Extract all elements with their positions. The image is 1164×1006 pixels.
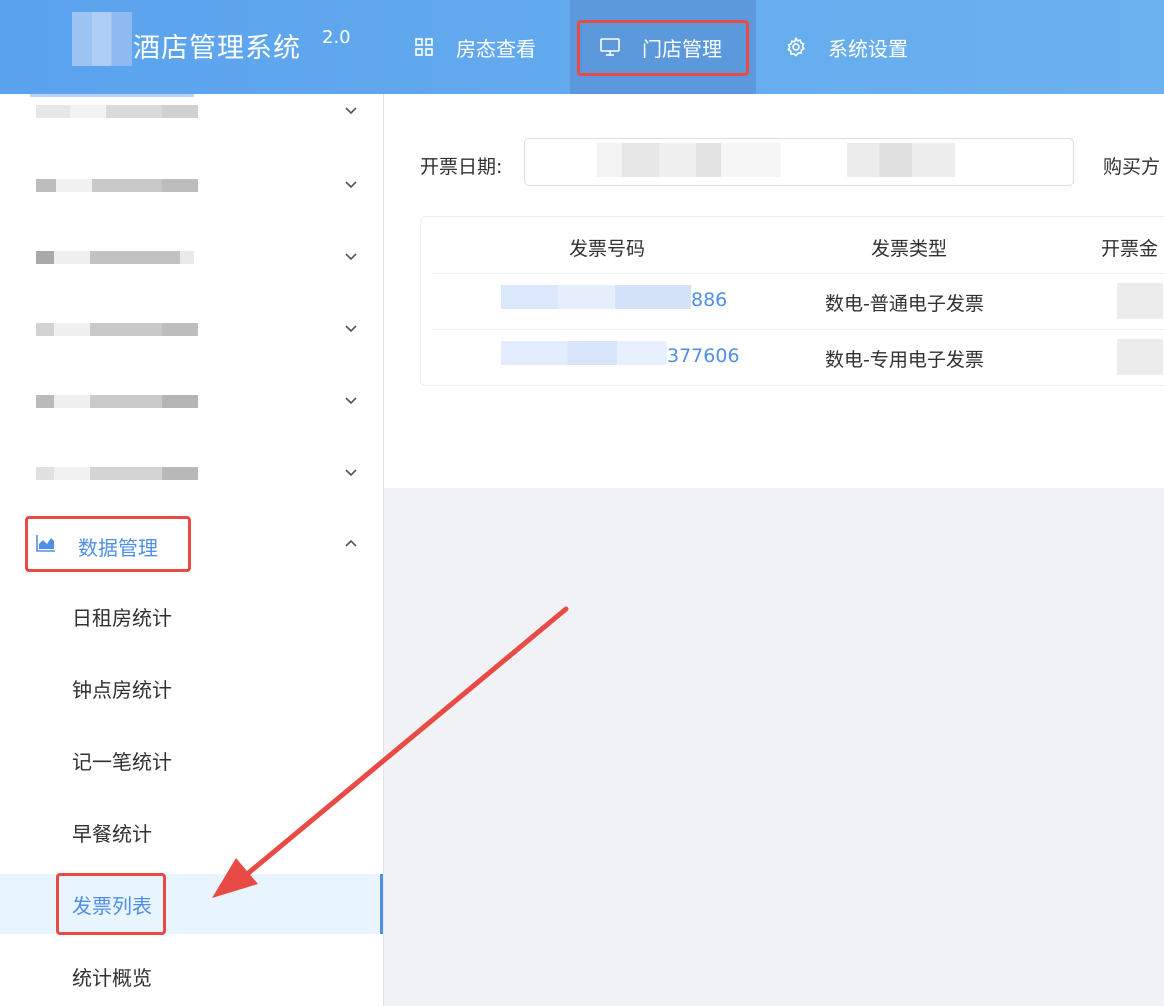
redacted-invoice-no bbox=[501, 285, 691, 309]
chart-area-icon bbox=[36, 535, 55, 552]
sidebar-item-hourly-room-stats[interactable]: 钟点房统计 bbox=[0, 658, 383, 718]
sidebar-item-label: 钟点房统计 bbox=[72, 677, 172, 702]
chevron-down-icon bbox=[345, 107, 357, 115]
nav-store-management-label: 门店管理 bbox=[642, 36, 722, 61]
redacted-date-end bbox=[847, 143, 955, 177]
gear-icon bbox=[786, 37, 806, 57]
sidebar-group[interactable] bbox=[0, 292, 383, 364]
redacted-label bbox=[36, 169, 198, 195]
divider bbox=[433, 273, 1164, 274]
sidebar-group[interactable] bbox=[0, 148, 383, 220]
chevron-down-icon bbox=[345, 469, 357, 477]
invoice-date-range-input[interactable] bbox=[524, 138, 1074, 186]
redacted-label bbox=[36, 313, 198, 339]
grid-icon bbox=[414, 37, 434, 57]
top-bar: 酒店管理系统 2.0 房态查看 门店管理 系统设置 bbox=[0, 0, 1164, 94]
sidebar-item-label: 记一笔统计 bbox=[72, 749, 172, 774]
buyer-label: 购买方 bbox=[1103, 156, 1161, 178]
sidebar-section-data-management[interactable]: 数据管理 bbox=[0, 508, 383, 580]
invoice-type-cell: 数电-专用电子发票 bbox=[825, 349, 984, 371]
invoice-table: 发票号码 发票类型 开票金 886 数电-普通电子发票 377606 数电-专用… bbox=[420, 216, 1164, 386]
nav-room-status[interactable]: 房态查看 bbox=[392, 0, 558, 94]
sidebar-group[interactable] bbox=[0, 364, 383, 436]
redacted-label bbox=[36, 385, 198, 411]
nav-system-settings-label: 系统设置 bbox=[828, 36, 908, 61]
app-version: 2.0 bbox=[322, 27, 351, 48]
nav-room-status-label: 房态查看 bbox=[456, 36, 536, 61]
sidebar-item-label: 发票列表 bbox=[72, 893, 152, 918]
chevron-down-icon bbox=[345, 253, 357, 261]
chevron-down-icon bbox=[345, 397, 357, 405]
sidebar-section-label: 数据管理 bbox=[78, 536, 158, 560]
redacted-date-sep bbox=[721, 143, 781, 177]
redacted-label bbox=[36, 457, 198, 483]
chevron-down-icon bbox=[345, 325, 357, 333]
sidebar-item-stats-overview[interactable]: 统计概览 bbox=[0, 946, 383, 1006]
nav-system-settings[interactable]: 系统设置 bbox=[766, 0, 936, 94]
invoice-no-link[interactable]: 886 bbox=[691, 289, 727, 311]
sidebar-item-label: 统计概览 bbox=[72, 965, 152, 990]
nav-store-management[interactable]: 门店管理 bbox=[570, 0, 756, 94]
divider bbox=[433, 329, 1164, 330]
redacted-invoice-no bbox=[501, 341, 667, 365]
sidebar-item-invoice-list[interactable]: 发票列表 bbox=[0, 874, 383, 934]
main-panel: 开票日期: 购买方 发票号码 发票类型 开票金 886 数电-普通电子发票 37… bbox=[384, 94, 1164, 488]
redacted-amount bbox=[1117, 283, 1163, 319]
logo bbox=[72, 12, 132, 66]
column-header-amount: 开票金 bbox=[1101, 238, 1159, 260]
sidebar-item-breakfast-stats[interactable]: 早餐统计 bbox=[0, 802, 383, 862]
column-header-invoice-no: 发票号码 bbox=[569, 238, 646, 260]
sidebar-item-notes-stats[interactable]: 记一笔统计 bbox=[0, 730, 383, 790]
sidebar-item-label: 早餐统计 bbox=[72, 821, 152, 846]
sidebar-group[interactable] bbox=[0, 436, 383, 508]
redacted-date-start bbox=[597, 143, 721, 177]
chevron-up-icon bbox=[345, 539, 357, 547]
invoice-date-label: 开票日期: bbox=[420, 156, 503, 178]
invoice-no-link[interactable]: 377606 bbox=[667, 345, 740, 367]
sidebar-group[interactable] bbox=[0, 220, 383, 292]
app-title: 酒店管理系统 bbox=[133, 33, 301, 64]
sidebar-item-daily-room-stats[interactable]: 日租房统计 bbox=[0, 586, 383, 646]
invoice-type-cell: 数电-普通电子发票 bbox=[825, 293, 984, 315]
redacted-label bbox=[36, 99, 198, 125]
redacted-amount bbox=[1117, 339, 1163, 375]
column-header-invoice-type: 发票类型 bbox=[871, 238, 948, 260]
redacted-label bbox=[36, 241, 196, 267]
monitor-icon bbox=[600, 37, 620, 57]
sidebar-item-label: 日租房统计 bbox=[72, 605, 172, 630]
chevron-down-icon bbox=[345, 181, 357, 189]
sidebar: 数据管理 日租房统计 钟点房统计 记一笔统计 早餐统计 发票列表 统计概览 bbox=[0, 94, 384, 1006]
